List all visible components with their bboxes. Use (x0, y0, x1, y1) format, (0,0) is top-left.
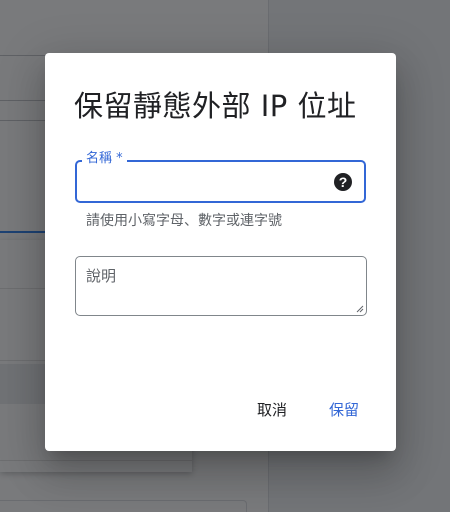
description-field[interactable] (75, 256, 367, 316)
help-icon[interactable]: ? (334, 173, 352, 191)
name-field-hint: 請使用小寫字母、數字或連字號 (86, 213, 282, 229)
cancel-button[interactable]: 取消 (249, 391, 295, 427)
description-textarea[interactable] (86, 265, 354, 309)
save-button[interactable]: 保留 (321, 391, 367, 427)
resize-handle-icon[interactable] (356, 305, 364, 313)
reserve-ip-dialog: 保留靜態外部 IP 位址 ? 名稱 * 請使用小寫字母、數字或連字號 取消 保留 (45, 53, 396, 451)
name-input[interactable] (89, 170, 333, 194)
dialog-title: 保留靜態外部 IP 位址 (74, 89, 357, 123)
name-field-label: 名稱 * (82, 151, 127, 167)
